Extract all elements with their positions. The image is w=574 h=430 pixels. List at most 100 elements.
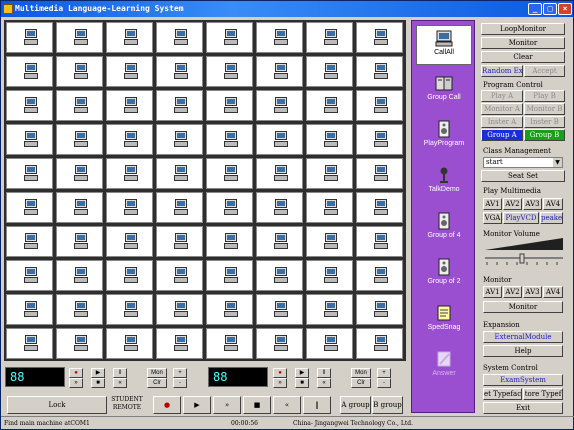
student-seat[interactable] (106, 22, 153, 53)
student-seat[interactable] (256, 192, 303, 223)
student-seat[interactable] (106, 158, 153, 189)
group-b-button[interactable]: Group B (524, 129, 565, 141)
vga-button[interactable]: VGA (483, 212, 502, 224)
student-seat[interactable] (356, 260, 403, 291)
student-seat[interactable] (256, 328, 303, 359)
student-seat[interactable] (206, 124, 253, 155)
play-button-2[interactable]: ▶ (295, 368, 309, 378)
student-seat[interactable] (256, 158, 303, 189)
student-seat[interactable] (256, 22, 303, 53)
student-seat[interactable] (56, 158, 103, 189)
av3-button[interactable]: AV3 (523, 198, 542, 210)
student-seat[interactable] (306, 158, 353, 189)
av1-button[interactable]: AV1 (483, 198, 502, 210)
close-button[interactable]: × (558, 3, 572, 15)
lock-button[interactable]: Lock (7, 396, 107, 414)
restore-typeface-button[interactable]: tore Typef (523, 388, 563, 400)
student-seat[interactable] (6, 56, 53, 87)
student-seat[interactable] (6, 260, 53, 291)
student-seat[interactable] (256, 56, 303, 87)
student-seat[interactable] (356, 226, 403, 257)
student-seat[interactable] (206, 22, 253, 53)
student-seat[interactable] (6, 90, 53, 121)
student-seat[interactable] (106, 226, 153, 257)
a-group-button[interactable]: A group (340, 396, 371, 414)
maximize-button[interactable]: □ (543, 3, 557, 15)
student-seat[interactable] (356, 56, 403, 87)
student-seat[interactable] (306, 90, 353, 121)
student-seat[interactable] (256, 260, 303, 291)
external-module-button[interactable]: ExternalModule (483, 331, 563, 343)
class-select[interactable]: start ▼ (483, 157, 563, 168)
monitor-av1-button[interactable]: AV1 (483, 286, 502, 298)
loop-monitor-button[interactable]: LoopMonitor (481, 23, 565, 35)
rewind-button-2[interactable]: « (317, 378, 331, 388)
remote-stop-button[interactable]: ■ (243, 396, 271, 414)
student-seat[interactable] (156, 328, 203, 359)
clr-button-1[interactable]: Clr (147, 378, 167, 388)
student-seat[interactable] (156, 124, 203, 155)
student-seat[interactable] (56, 294, 103, 325)
inster-b-button[interactable]: Inster B (524, 116, 565, 128)
tool-group-of-4[interactable]: Group of 4 (416, 209, 472, 249)
av4-button[interactable]: AV4 (543, 198, 563, 210)
fast-forward-button-2[interactable]: » (273, 378, 287, 388)
speaker-button[interactable]: peaker (540, 212, 563, 224)
av2-button[interactable]: AV2 (503, 198, 522, 210)
student-seat[interactable] (56, 56, 103, 87)
mon-button-1[interactable]: Mon (147, 368, 167, 378)
tool-talkdemo[interactable]: TalkDemo (416, 163, 472, 203)
student-seat[interactable] (106, 260, 153, 291)
monitor-a-button[interactable]: Monitor A (481, 103, 523, 115)
student-seat[interactable] (356, 192, 403, 223)
student-seat[interactable] (156, 56, 203, 87)
student-seat[interactable] (6, 328, 53, 359)
student-seat[interactable] (156, 192, 203, 223)
student-seat[interactable] (206, 260, 253, 291)
student-seat[interactable] (156, 260, 203, 291)
stop-button-1[interactable]: ■ (91, 378, 105, 388)
remote-pause-button[interactable]: ‖ (303, 396, 331, 414)
student-seat[interactable] (206, 294, 253, 325)
play-a-button[interactable]: Play A (481, 90, 523, 102)
chevron-down-icon[interactable]: ▼ (553, 158, 562, 167)
remote-record-button[interactable]: ● (153, 396, 181, 414)
student-seat[interactable] (356, 22, 403, 53)
student-seat[interactable] (6, 226, 53, 257)
student-seat[interactable] (106, 56, 153, 87)
student-seat[interactable] (306, 56, 353, 87)
student-seat[interactable] (156, 90, 203, 121)
student-seat[interactable] (256, 226, 303, 257)
student-seat[interactable] (106, 294, 153, 325)
student-seat[interactable] (56, 22, 103, 53)
minus-button-1[interactable]: - (173, 378, 187, 388)
remote-play-button[interactable]: ▶ (183, 396, 211, 414)
student-seat[interactable] (56, 90, 103, 121)
group-a-button[interactable]: Group A (481, 129, 523, 141)
student-seat[interactable] (56, 260, 103, 291)
student-seat[interactable] (56, 124, 103, 155)
student-seat[interactable] (306, 22, 353, 53)
tool-callall[interactable]: CallAll (416, 25, 472, 65)
student-seat[interactable] (6, 158, 53, 189)
tool-group-of-2[interactable]: Group of 2 (416, 255, 472, 295)
student-seat[interactable] (356, 158, 403, 189)
student-seat[interactable] (56, 192, 103, 223)
minimize-button[interactable]: _ (528, 3, 542, 15)
student-seat[interactable] (356, 90, 403, 121)
student-seat[interactable] (106, 328, 153, 359)
student-seat[interactable] (306, 192, 353, 223)
plus-button-1[interactable]: + (173, 368, 187, 378)
monitor-start-button[interactable]: Monitor (483, 301, 563, 313)
remote-rewind-button[interactable]: « (273, 396, 301, 414)
student-seat[interactable] (106, 124, 153, 155)
seat-set-button[interactable]: Seat Set (481, 170, 565, 182)
student-seat[interactable] (56, 328, 103, 359)
monitor-av3-button[interactable]: AV3 (523, 286, 542, 298)
student-seat[interactable] (356, 124, 403, 155)
rewind-button-1[interactable]: « (113, 378, 127, 388)
record-button-1[interactable]: ● (69, 368, 83, 378)
student-seat[interactable] (306, 226, 353, 257)
stop-button-2[interactable]: ■ (295, 378, 309, 388)
student-seat[interactable] (106, 192, 153, 223)
